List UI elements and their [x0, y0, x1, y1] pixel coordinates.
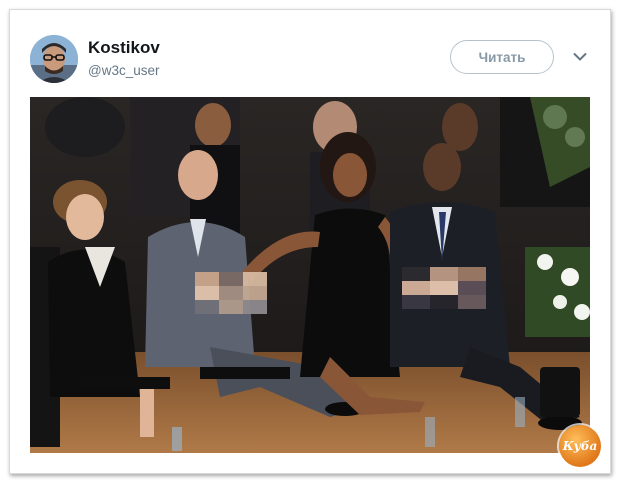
tweet-card: Kostikov @w3c_user Читать Куба	[9, 9, 611, 474]
watermark-text: Куба	[562, 439, 598, 453]
event-photo	[30, 97, 590, 453]
chevron-down-icon[interactable]	[573, 52, 587, 62]
pixelated-blur	[195, 272, 267, 314]
author-handle[interactable]: @w3c_user	[88, 63, 159, 78]
avatar-image	[30, 35, 78, 83]
follow-button[interactable]: Читать	[450, 40, 554, 74]
avatar[interactable]	[30, 35, 78, 83]
author-name[interactable]: Kostikov	[88, 38, 160, 58]
watermark-badge: Куба	[559, 425, 601, 467]
tweet-photo[interactable]	[30, 97, 590, 453]
follow-button-label: Читать	[478, 49, 526, 65]
pixelated-blur-2	[402, 267, 486, 309]
